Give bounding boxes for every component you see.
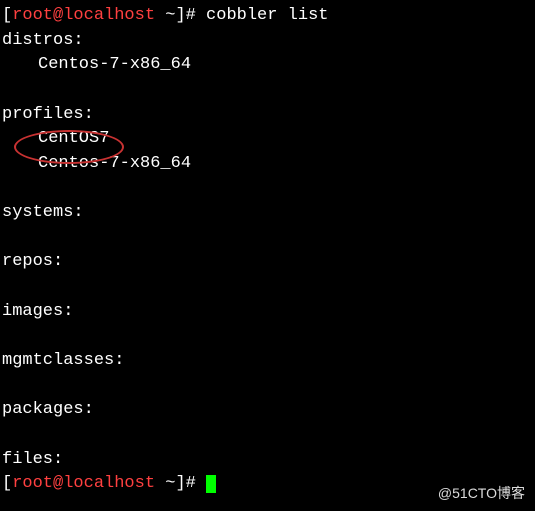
distros-item: Centos-7-x86_64 [2,53,533,78]
blank-line [2,374,533,399]
blank-line [2,423,533,448]
bracket-close: ]# [175,474,206,493]
files-header: files: [2,448,533,473]
packages-header: packages: [2,398,533,423]
distros-header: distros: [2,29,533,54]
user-host: root@localhost [12,6,155,25]
images-header: images: [2,300,533,325]
repos-header: repos: [2,250,533,275]
prompt-line-1: [root@localhost ~]# cobbler list [2,4,533,29]
user-host: root@localhost [12,474,155,493]
blank-line [2,176,533,201]
bracket-close: ]# [175,6,206,25]
command-input[interactable]: cobbler list [206,6,328,25]
watermark-text: @51CTO博客 [438,483,525,503]
terminal-cursor[interactable] [206,475,216,493]
profiles-header: profiles: [2,103,533,128]
cwd: ~ [155,6,175,25]
systems-header: systems: [2,201,533,226]
blank-line [2,78,533,103]
bracket-open: [ [2,474,12,493]
profiles-item-highlighted: CentOS7 [2,127,533,152]
cwd: ~ [155,474,175,493]
mgmtclasses-header: mgmtclasses: [2,349,533,374]
profiles-item: Centos-7-x86_64 [2,152,533,177]
blank-line [2,324,533,349]
bracket-open: [ [2,6,12,25]
blank-line [2,275,533,300]
blank-line [2,226,533,251]
